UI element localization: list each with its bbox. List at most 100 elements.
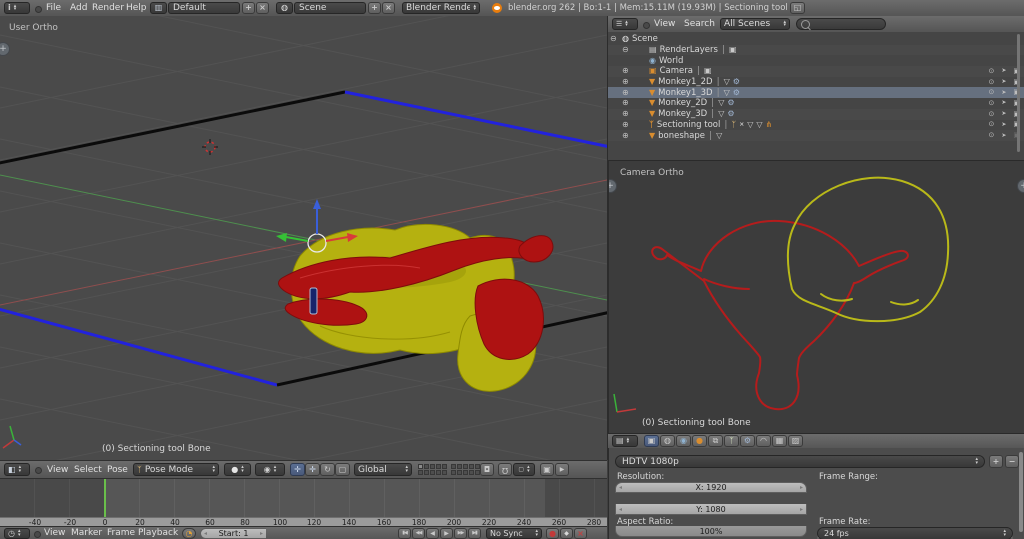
outliner-item-label[interactable]: Sectioning tool	[657, 120, 721, 130]
tab-modifiers[interactable]	[740, 435, 755, 447]
visibility-toggle[interactable]	[988, 111, 994, 118]
sync-mode-selector[interactable]: No Sync	[486, 528, 542, 539]
outliner-row-world[interactable]: World	[608, 55, 1024, 66]
viewport-camera[interactable]: Camera Ortho (0) Sectioning tool Bone + …	[608, 160, 1024, 434]
outliner-item-label[interactable]: Monkey1_2D	[658, 77, 712, 87]
resolution-x-field[interactable]: ◂ X: 1920 ▸	[615, 482, 807, 493]
scene-delete-button[interactable]	[382, 2, 395, 14]
opengl-render-button[interactable]	[540, 463, 554, 476]
outliner-item-label[interactable]: Monkey1_3D	[658, 88, 712, 98]
keying-set-delete-button[interactable]	[574, 528, 587, 539]
visibility-toggle[interactable]	[988, 79, 994, 86]
keying-set-insert-button[interactable]	[560, 528, 573, 539]
manipulator-toggle-button[interactable]	[290, 463, 305, 476]
window-duplicate-button[interactable]	[790, 2, 805, 14]
menu-help[interactable]: Help	[122, 0, 151, 16]
outliner-row-sectioning-tool[interactable]: Sectioning tool |	[608, 120, 1024, 131]
manipulator-translate-button[interactable]	[305, 463, 320, 476]
tab-render[interactable]	[644, 435, 659, 447]
snap-toggle-button[interactable]	[498, 463, 512, 476]
outliner-row-scene[interactable]: Scene	[608, 34, 1024, 45]
editor-type-timeline-selector[interactable]	[4, 528, 30, 539]
outliner-search-input[interactable]	[796, 18, 886, 30]
menu-outliner-view[interactable]: View	[650, 16, 679, 32]
tab-object-data[interactable]	[724, 435, 739, 447]
editor-type-properties-selector[interactable]	[612, 435, 638, 447]
editor-type-3dview-selector[interactable]	[4, 463, 30, 476]
render-preset-selector[interactable]: HDTV 1080p	[615, 455, 985, 468]
expand-icon[interactable]	[622, 46, 629, 54]
resolution-y-field[interactable]: ◂ Y: 1080 ▸	[615, 504, 807, 515]
timeline-canvas[interactable]	[0, 478, 607, 518]
visibility-toggle[interactable]	[988, 68, 994, 75]
outliner-scrollbar[interactable]	[1017, 34, 1020, 152]
outliner-row-monkey1-3d[interactable]: Monkey1_3D |	[608, 87, 1024, 99]
selectability-toggle[interactable]	[1001, 132, 1006, 139]
jump-to-end-button[interactable]	[468, 528, 481, 539]
menu-select[interactable]: Select	[70, 462, 106, 478]
timeline-playhead[interactable]	[104, 479, 106, 518]
expand-icon[interactable]	[610, 35, 617, 43]
menu-outliner-search[interactable]: Search	[680, 16, 719, 32]
viewport-3d[interactable]: User Ortho + (0) Sectioning tool Bone	[0, 16, 608, 460]
tab-constraints[interactable]	[708, 435, 723, 447]
snap-target-selector[interactable]	[513, 463, 535, 476]
header-pin-icon[interactable]	[643, 22, 650, 29]
layers-widget[interactable]	[418, 464, 480, 475]
selectability-toggle[interactable]	[1001, 79, 1006, 86]
pivot-selector[interactable]	[255, 463, 285, 476]
outliner-scope-selector[interactable]: All Scenes	[720, 18, 790, 30]
outliner-row-camera[interactable]: Camera |	[608, 66, 1024, 77]
preset-add-button[interactable]	[989, 455, 1003, 468]
expand-icon[interactable]	[622, 99, 629, 107]
selectability-toggle[interactable]	[1001, 100, 1006, 107]
properties-scrollbar[interactable]	[1019, 452, 1023, 532]
outliner-item-label[interactable]: Camera	[660, 66, 693, 76]
outliner-row-monkey-2d[interactable]: Monkey_2D |	[608, 98, 1024, 109]
menu-timeline-view[interactable]: View	[40, 525, 69, 539]
tab-object[interactable]	[692, 435, 707, 447]
outliner-row-monkey1-2d[interactable]: Monkey1_2D |	[608, 77, 1024, 88]
screen-layout-field[interactable]: Default	[168, 2, 240, 14]
outliner-item-label[interactable]: RenderLayers	[660, 45, 718, 55]
jump-to-start-button[interactable]	[398, 528, 411, 539]
preset-remove-button[interactable]	[1005, 455, 1019, 468]
selectability-toggle[interactable]	[1001, 111, 1006, 118]
menu-playback[interactable]: Playback	[134, 525, 182, 539]
editor-type-info-selector[interactable]	[4, 2, 30, 14]
expand-icon[interactable]	[622, 78, 629, 86]
selectability-toggle[interactable]	[1001, 121, 1006, 128]
jump-next-keyframe-button[interactable]	[454, 528, 467, 539]
menu-marker[interactable]: Marker	[67, 525, 106, 539]
screen-layout-add-button[interactable]	[242, 2, 255, 14]
scene-add-button[interactable]	[368, 2, 381, 14]
tab-physics[interactable]	[756, 435, 771, 447]
outliner-item-label[interactable]: boneshape	[658, 131, 705, 141]
outliner-row-renderlayers[interactable]: RenderLayers |	[608, 45, 1024, 56]
menu-pose[interactable]: Pose	[103, 462, 132, 478]
tab-world[interactable]	[676, 435, 691, 447]
auto-keyframe-button[interactable]	[546, 528, 559, 539]
outliner-row-monkey-3d[interactable]: Monkey_3D |	[608, 109, 1024, 120]
shading-selector[interactable]	[224, 463, 251, 476]
tab-scene[interactable]	[660, 435, 675, 447]
visibility-toggle[interactable]	[988, 89, 994, 96]
selectability-toggle[interactable]	[1001, 68, 1006, 75]
play-reverse-button[interactable]	[426, 528, 439, 539]
outliner-row-boneshape[interactable]: boneshape |	[608, 130, 1024, 141]
outliner-item-label[interactable]: World	[659, 56, 683, 66]
header-pin-icon[interactable]	[35, 467, 42, 474]
menu-file[interactable]: File	[42, 0, 65, 16]
outliner-item-label[interactable]: Scene	[632, 34, 658, 44]
manipulator-rotate-button[interactable]	[320, 463, 335, 476]
visibility-toggle[interactable]	[988, 100, 994, 107]
expand-icon[interactable]	[622, 132, 629, 140]
orientation-selector[interactable]: Global	[354, 463, 412, 476]
menu-view[interactable]: View	[43, 462, 72, 478]
visibility-toggle[interactable]	[988, 132, 994, 139]
render-engine-selector[interactable]: Blender Render	[402, 2, 480, 14]
jump-prev-keyframe-button[interactable]	[412, 528, 425, 539]
expand-icon[interactable]	[622, 89, 629, 97]
screen-layout-delete-button[interactable]	[256, 2, 269, 14]
expand-icon[interactable]	[622, 67, 629, 75]
